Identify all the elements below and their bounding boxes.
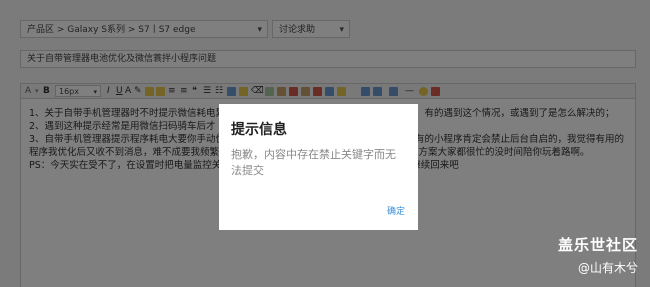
watermark-title: 盖乐世社区 bbox=[557, 236, 638, 254]
confirm-button[interactable]: 确定 bbox=[387, 204, 405, 217]
dialog-message: 抱歉，内容中存在禁止关键字而无法提交 bbox=[231, 148, 396, 177]
dialog-title: 提示信息 bbox=[231, 122, 287, 138]
alert-dialog: 提示信息 抱歉，内容中存在禁止关键字而无法提交 确定 bbox=[219, 104, 418, 230]
watermark-author: @山有木兮 bbox=[577, 261, 638, 275]
